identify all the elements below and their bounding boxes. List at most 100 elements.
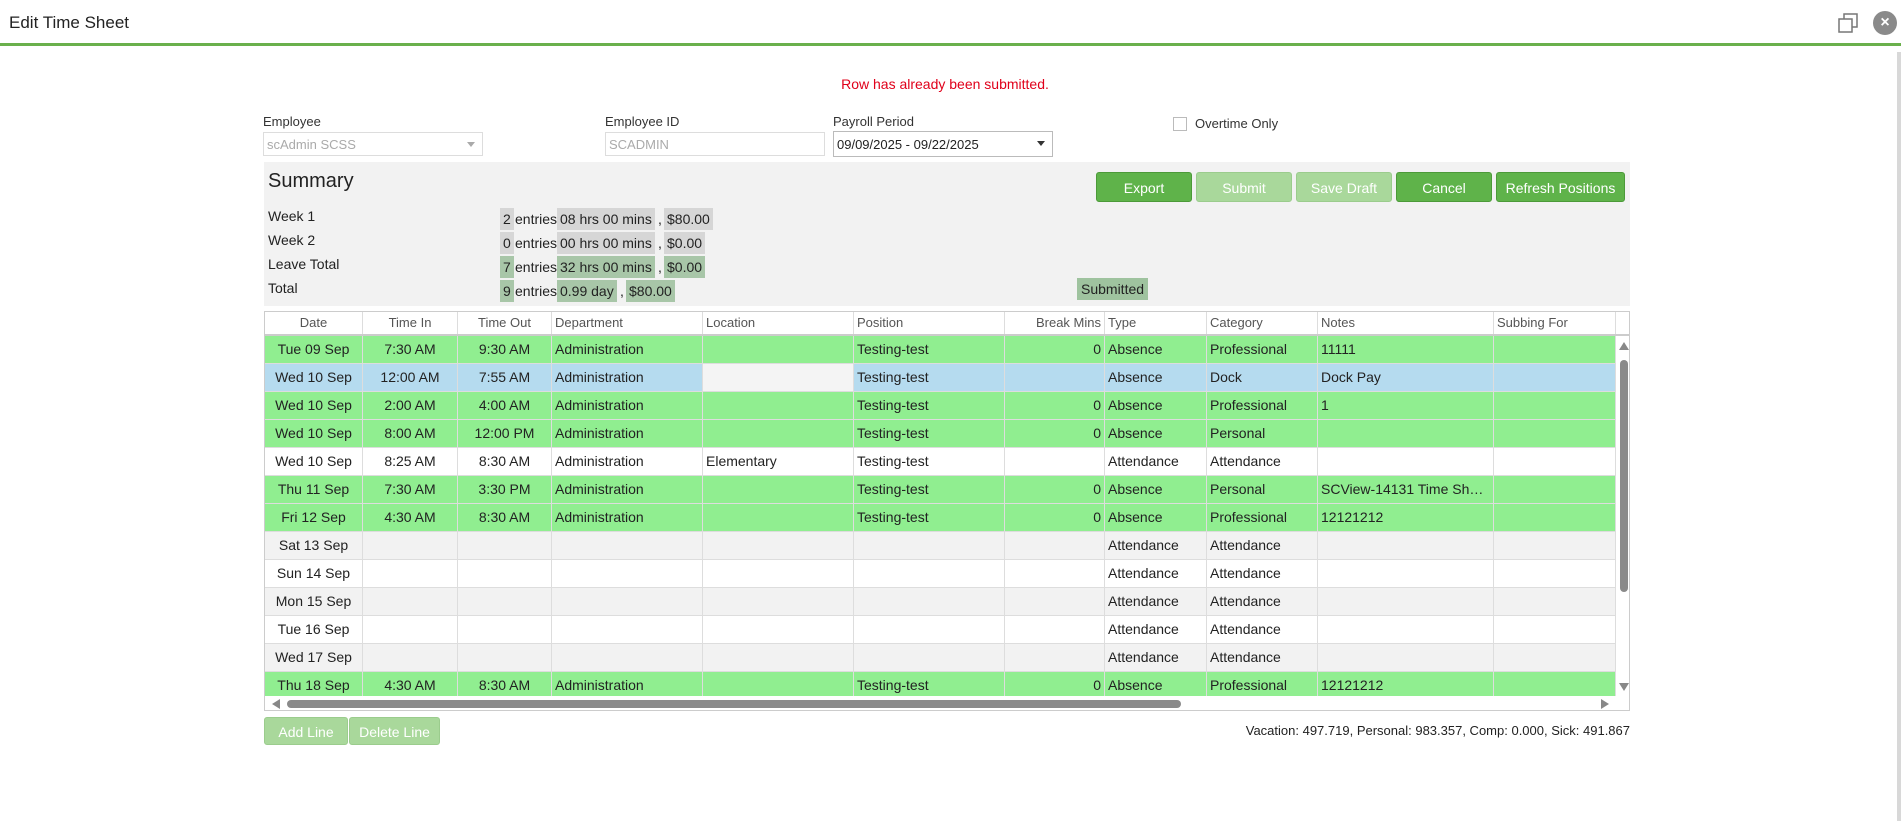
cell-date[interactable]: Fri 12 Sep bbox=[265, 504, 363, 532]
cell-position[interactable] bbox=[854, 532, 1005, 560]
cell-time-in[interactable]: 12:00 AM bbox=[363, 364, 458, 392]
cell-notes[interactable]: 11111 bbox=[1318, 336, 1494, 364]
cell-department[interactable]: Administration bbox=[552, 364, 703, 392]
cell-date[interactable]: Thu 11 Sep bbox=[265, 476, 363, 504]
cell-time-in[interactable]: 8:25 AM bbox=[363, 448, 458, 476]
cell-type[interactable]: Attendance bbox=[1105, 560, 1207, 588]
cell-notes[interactable]: 1 bbox=[1318, 392, 1494, 420]
cell-type[interactable]: Attendance bbox=[1105, 532, 1207, 560]
cell-location[interactable] bbox=[703, 364, 854, 392]
cell-department[interactable] bbox=[552, 616, 703, 644]
column-header-location[interactable]: Location bbox=[703, 312, 854, 334]
scroll-right-icon[interactable] bbox=[1601, 699, 1609, 709]
cell-time-out[interactable] bbox=[458, 616, 552, 644]
cell-department[interactable] bbox=[552, 644, 703, 672]
cell-notes[interactable] bbox=[1318, 644, 1494, 672]
column-header-notes[interactable]: Notes bbox=[1318, 312, 1494, 334]
cell-department[interactable] bbox=[552, 532, 703, 560]
cell-department[interactable] bbox=[552, 588, 703, 616]
cell-time-in[interactable]: 4:30 AM bbox=[363, 504, 458, 532]
cell-category[interactable]: Personal bbox=[1207, 420, 1318, 448]
cell-subbing-for[interactable] bbox=[1494, 364, 1616, 392]
cell-date[interactable]: Wed 17 Sep bbox=[265, 644, 363, 672]
column-header-time-in[interactable]: Time In bbox=[363, 312, 458, 334]
cell-break-mins[interactable] bbox=[1005, 532, 1105, 560]
table-row[interactable]: Wed 10 Sep 8:25 AM 8:30 AM Administration El… bbox=[265, 448, 1616, 476]
cell-date[interactable]: Wed 10 Sep bbox=[265, 448, 363, 476]
cell-break-mins[interactable] bbox=[1005, 644, 1105, 672]
cell-department[interactable]: Administration bbox=[552, 392, 703, 420]
table-row[interactable]: Mon 15 Sep Attendance Attendance bbox=[265, 588, 1616, 616]
export-button[interactable]: Export bbox=[1096, 172, 1192, 202]
table-row[interactable]: Tue 16 Sep Attendance Attendance bbox=[265, 616, 1616, 644]
column-header-subbing-for[interactable]: Subbing For bbox=[1494, 312, 1616, 334]
save-draft-button[interactable]: Save Draft bbox=[1296, 172, 1392, 202]
cell-position[interactable] bbox=[854, 644, 1005, 672]
cell-date[interactable]: Sat 13 Sep bbox=[265, 532, 363, 560]
cell-location[interactable]: Elementary bbox=[703, 448, 854, 476]
cell-category[interactable]: Attendance bbox=[1207, 448, 1318, 476]
cell-department[interactable]: Administration bbox=[552, 420, 703, 448]
cell-time-in[interactable]: 8:00 AM bbox=[363, 420, 458, 448]
cell-notes[interactable] bbox=[1318, 448, 1494, 476]
cell-subbing-for[interactable] bbox=[1494, 336, 1616, 364]
add-line-button[interactable]: Add Line bbox=[264, 717, 348, 745]
cell-location[interactable] bbox=[703, 420, 854, 448]
table-row[interactable]: Wed 10 Sep 2:00 AM 4:00 AM Administration Te… bbox=[265, 392, 1616, 420]
cell-position[interactable]: Testing-test bbox=[854, 504, 1005, 532]
cell-location[interactable] bbox=[703, 616, 854, 644]
cell-date[interactable]: Tue 09 Sep bbox=[265, 336, 363, 364]
cell-type[interactable]: Absence bbox=[1105, 420, 1207, 448]
cell-time-out[interactable]: 8:30 AM bbox=[458, 504, 552, 532]
cell-break-mins[interactable] bbox=[1005, 616, 1105, 644]
page-scrollbar[interactable] bbox=[1897, 52, 1901, 821]
cell-time-out[interactable]: 8:30 AM bbox=[458, 448, 552, 476]
cell-category[interactable]: Professional bbox=[1207, 392, 1318, 420]
cell-time-out[interactable]: 9:30 AM bbox=[458, 336, 552, 364]
cell-time-in[interactable] bbox=[363, 532, 458, 560]
grid-vertical-scrollbar[interactable] bbox=[1616, 336, 1629, 696]
delete-line-button[interactable]: Delete Line bbox=[349, 717, 440, 745]
cell-location[interactable] bbox=[703, 336, 854, 364]
cell-type[interactable]: Attendance bbox=[1105, 448, 1207, 476]
cell-notes[interactable] bbox=[1318, 588, 1494, 616]
cell-date[interactable]: Wed 10 Sep bbox=[265, 420, 363, 448]
cell-notes[interactable] bbox=[1318, 616, 1494, 644]
cell-department[interactable]: Administration bbox=[552, 504, 703, 532]
cell-location[interactable] bbox=[703, 560, 854, 588]
column-header-department[interactable]: Department bbox=[552, 312, 703, 334]
cancel-button[interactable]: Cancel bbox=[1396, 172, 1492, 202]
table-row[interactable]: Wed 10 Sep 8:00 AM 12:00 PM Administration T… bbox=[265, 420, 1616, 448]
cell-category[interactable]: Attendance bbox=[1207, 588, 1318, 616]
cell-break-mins[interactable] bbox=[1005, 560, 1105, 588]
cell-notes[interactable] bbox=[1318, 532, 1494, 560]
cell-time-in[interactable] bbox=[363, 644, 458, 672]
scroll-thumb[interactable] bbox=[287, 700, 1181, 708]
table-row[interactable]: Sat 13 Sep Attendance Attendance bbox=[265, 532, 1616, 560]
cell-location[interactable] bbox=[703, 644, 854, 672]
close-icon[interactable]: × bbox=[1873, 11, 1897, 35]
cell-date[interactable]: Sun 14 Sep bbox=[265, 560, 363, 588]
cell-department[interactable]: Administration bbox=[552, 476, 703, 504]
cell-notes[interactable] bbox=[1318, 560, 1494, 588]
cell-break-mins[interactable]: 0 bbox=[1005, 392, 1105, 420]
scroll-down-icon[interactable] bbox=[1619, 683, 1629, 691]
cell-category[interactable]: Dock bbox=[1207, 364, 1318, 392]
cell-break-mins[interactable] bbox=[1005, 588, 1105, 616]
cell-type[interactable]: Attendance bbox=[1105, 616, 1207, 644]
table-row[interactable]: Tue 09 Sep 7:30 AM 9:30 AM Administration Te… bbox=[265, 336, 1616, 364]
cell-time-in[interactable] bbox=[363, 588, 458, 616]
cell-break-mins[interactable] bbox=[1005, 448, 1105, 476]
cell-category[interactable]: Personal bbox=[1207, 476, 1318, 504]
cell-type[interactable]: Absence bbox=[1105, 392, 1207, 420]
cell-position[interactable] bbox=[854, 560, 1005, 588]
cell-time-in[interactable]: 7:30 AM bbox=[363, 476, 458, 504]
cell-time-out[interactable] bbox=[458, 588, 552, 616]
cell-category[interactable]: Professional bbox=[1207, 504, 1318, 532]
cell-position[interactable]: Testing-test bbox=[854, 420, 1005, 448]
cell-location[interactable] bbox=[703, 392, 854, 420]
cell-location[interactable] bbox=[703, 476, 854, 504]
grid-horizontal-scrollbar[interactable] bbox=[265, 696, 1629, 710]
cell-position[interactable]: Testing-test bbox=[854, 392, 1005, 420]
cell-date[interactable]: Mon 15 Sep bbox=[265, 588, 363, 616]
